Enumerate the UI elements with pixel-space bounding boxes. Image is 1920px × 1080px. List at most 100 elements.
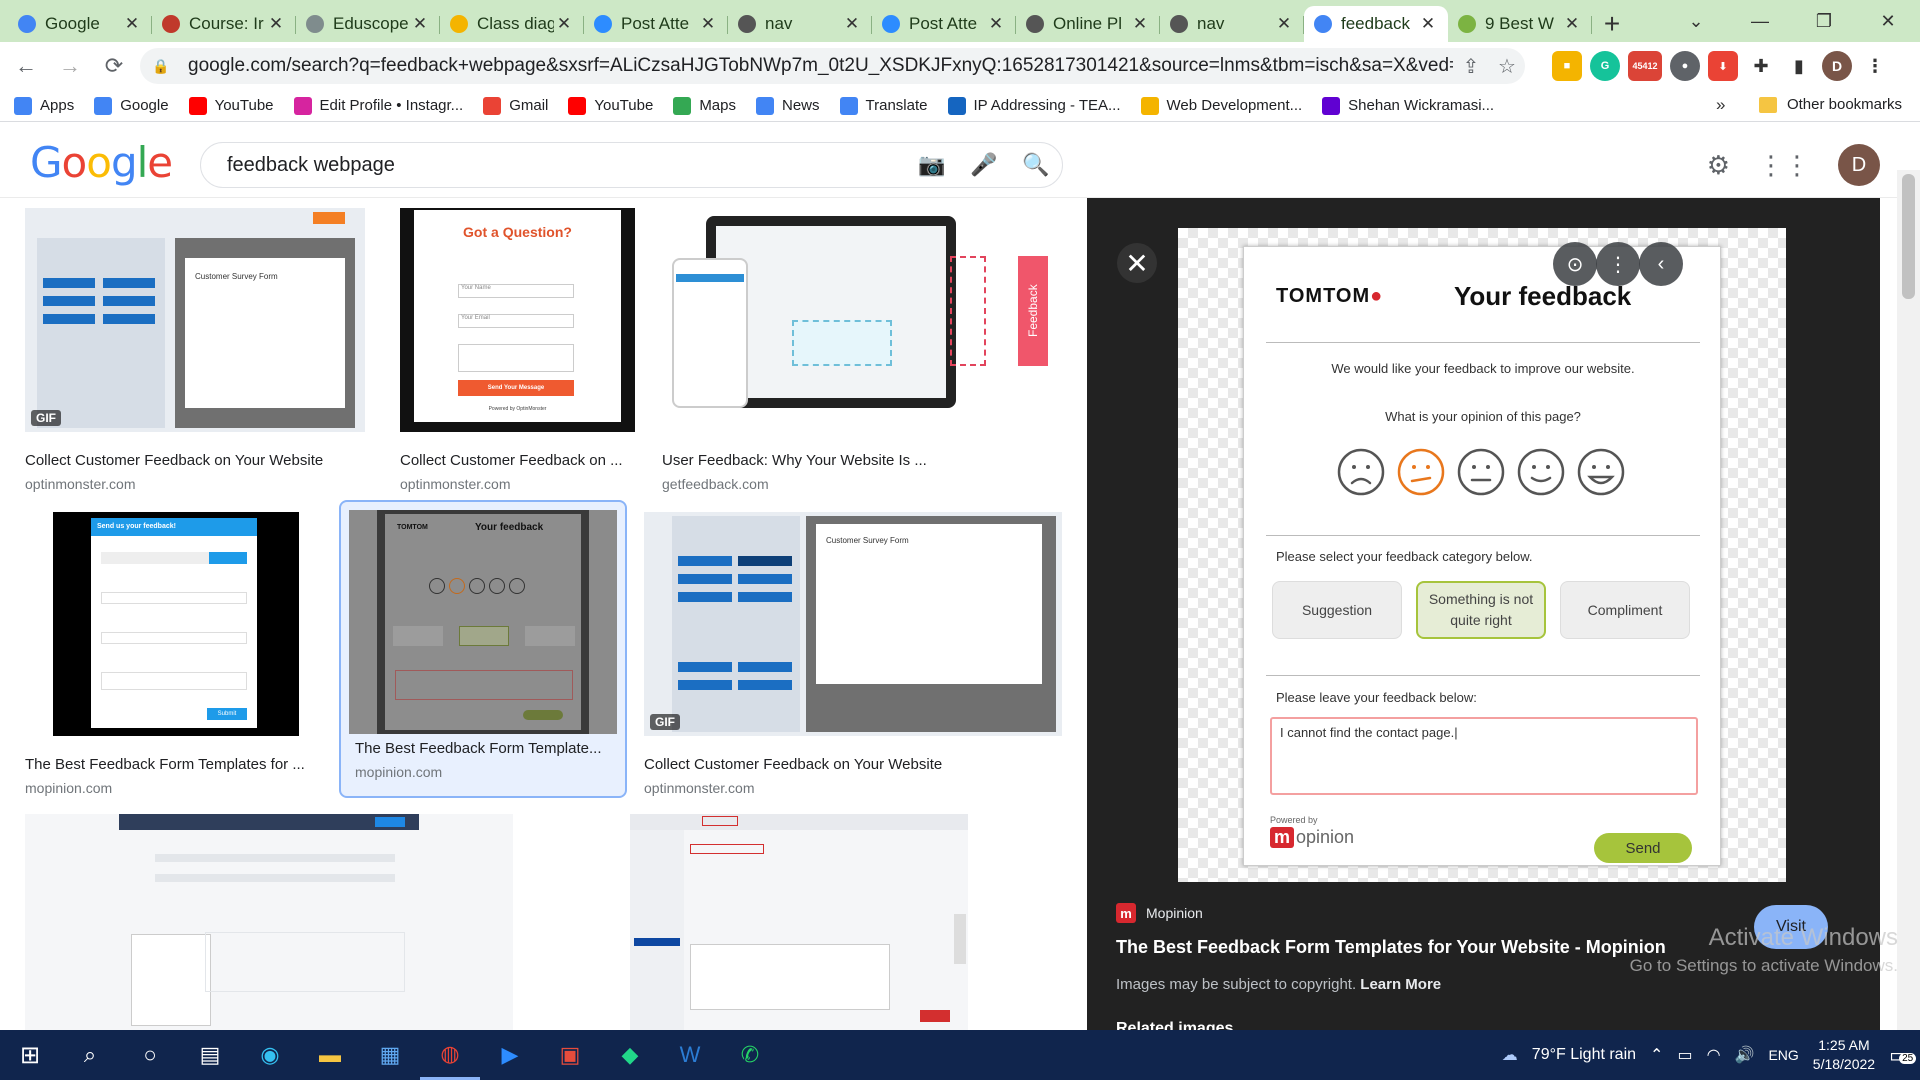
image-result[interactable] — [538, 814, 968, 1030]
extensions-puzzle-icon[interactable]: ✚ — [1746, 51, 1776, 81]
settings-gear-icon[interactable]: ⚙ — [1707, 150, 1730, 181]
language-indicator[interactable]: ENG — [1768, 1047, 1798, 1063]
result-title[interactable]: User Feedback: Why Your Website Is ... — [662, 452, 1062, 469]
browser-tab[interactable]: Eduscope ✕ — [296, 6, 440, 42]
url-text[interactable]: google.com/search?q=feedback+webpage&sxs… — [188, 55, 1453, 77]
result-thumbnail[interactable]: Customer Survey Form GIF — [644, 512, 1062, 736]
bookmark-item[interactable]: Gmail — [483, 96, 548, 115]
word-icon[interactable]: W — [660, 1030, 720, 1080]
store-icon[interactable]: ▦ — [360, 1030, 420, 1080]
browser-tab[interactable]: Class diag ✕ — [440, 6, 584, 42]
chrome-icon[interactable]: ◍ — [420, 1030, 480, 1080]
profile-avatar[interactable]: D — [1822, 51, 1852, 81]
tab-search-icon[interactable]: ⌄ — [1664, 0, 1728, 42]
zoom-icon[interactable]: ▶ — [480, 1030, 540, 1080]
extension-icon[interactable]: ■ — [1552, 51, 1582, 81]
result-title[interactable]: Collect Customer Feedback on ... — [400, 452, 625, 469]
bookmark-item[interactable]: Apps — [14, 96, 74, 115]
other-bookmarks[interactable]: Other bookmarks — [1758, 96, 1902, 113]
microphone-icon[interactable]: 🎤 — [958, 152, 1010, 178]
close-tab-icon[interactable]: ✕ — [986, 14, 1006, 34]
search-box[interactable]: feedback webpage 📷 🎤 🔍 — [200, 142, 1063, 188]
browser-tab[interactable]: nav ✕ — [1160, 6, 1304, 42]
bookmark-item[interactable]: IP Addressing - TEA... — [947, 96, 1121, 115]
pycharm-icon[interactable]: ◆ — [600, 1030, 660, 1080]
browser-tab[interactable]: feedback ✕ — [1304, 6, 1448, 42]
file-explorer-icon[interactable]: ▬ — [300, 1030, 360, 1080]
next-image-button[interactable]: › — [1682, 242, 1726, 286]
close-tab-icon[interactable]: ✕ — [1274, 14, 1294, 34]
search-icon[interactable]: ⌕ — [60, 1030, 120, 1080]
close-tab-icon[interactable]: ✕ — [1418, 14, 1438, 34]
cortana-icon[interactable]: ○ — [120, 1030, 180, 1080]
close-preview-button[interactable]: ✕ — [1117, 243, 1157, 283]
account-avatar[interactable]: D — [1838, 144, 1880, 186]
mail-badge-icon[interactable]: 45412 — [1628, 51, 1662, 81]
new-tab-button[interactable]: + — [1592, 6, 1632, 42]
result-title[interactable]: The Best Feedback Form Template... — [355, 740, 611, 757]
result-title[interactable]: Collect Customer Feedback on Your Websit… — [25, 452, 365, 469]
result-thumbnib[interactable]: Got a Question? Your Name Your Email Sen… — [400, 208, 635, 432]
close-tab-icon[interactable]: ✕ — [1130, 14, 1150, 34]
image-result[interactable]: Send us your feedback! Submit The Best F… — [25, 512, 335, 802]
whatsapp-icon[interactable]: ✆ — [720, 1030, 780, 1080]
close-tab-icon[interactable]: ✕ — [410, 14, 430, 34]
close-tab-icon[interactable]: ✕ — [1562, 14, 1582, 34]
download-extension-icon[interactable]: ⬇ — [1708, 51, 1738, 81]
result-thumbnail[interactable]: Feedback — [662, 208, 1062, 432]
windows-start-icon[interactable]: ⊞ — [0, 1030, 60, 1080]
preview-image[interactable]: TOMTOM● Your feedback We would like your… — [1178, 228, 1786, 882]
back-button[interactable]: ← — [8, 48, 44, 84]
close-tab-icon[interactable]: ✕ — [554, 14, 574, 34]
previous-image-button[interactable]: ‹ — [1639, 242, 1683, 286]
bookmark-item[interactable]: Maps — [673, 96, 736, 115]
bookmark-item[interactable]: Web Development... — [1140, 96, 1302, 115]
page-scrollbar[interactable] — [1897, 170, 1920, 1030]
google-logo[interactable]: Google — [30, 138, 173, 187]
browser-tab[interactable]: Post Atte ✕ — [872, 6, 1016, 42]
browser-tab[interactable]: Online Pl ✕ — [1016, 6, 1160, 42]
browser-tab[interactable]: Google ✕ — [8, 6, 152, 42]
notification-icon[interactable]: ▭25 — [1889, 1043, 1917, 1068]
search-icon[interactable]: 🔍 — [1010, 152, 1062, 178]
preview-site[interactable]: m Mopinion — [1116, 903, 1856, 923]
close-tab-icon[interactable]: ✕ — [698, 14, 718, 34]
close-window-button[interactable]: ✕ — [1856, 0, 1920, 42]
result-thumbnail[interactable] — [25, 814, 513, 1030]
side-panel-icon[interactable]: ▮ — [1784, 51, 1814, 81]
office-icon[interactable]: ▣ — [540, 1030, 600, 1080]
image-result-selected[interactable]: TOMTOM Your feedback The Best Feedback F… — [339, 500, 627, 798]
scrollbar-thumb[interactable] — [1902, 174, 1915, 299]
chrome-menu-icon[interactable]: ⋮ — [1860, 51, 1890, 81]
close-tab-icon[interactable]: ✕ — [842, 14, 862, 34]
result-thumbnail[interactable]: Send us your feedback! Submit — [25, 512, 325, 736]
bookmark-item[interactable]: YouTube — [568, 96, 653, 115]
learn-more-link[interactable]: Learn More — [1360, 976, 1441, 993]
browser-tab[interactable]: 9 Best W ✕ — [1448, 6, 1592, 42]
bookmarks-overflow-icon[interactable]: » — [1716, 95, 1725, 115]
image-result[interactable]: Customer Survey Form GIF Collect Custome… — [25, 208, 375, 498]
browser-tab[interactable]: nav ✕ — [728, 6, 872, 42]
bookmark-item[interactable]: News — [756, 96, 820, 115]
show-hidden-icons[interactable]: ⌃ — [1650, 1045, 1663, 1065]
more-options-icon[interactable]: ⋮ — [1596, 242, 1640, 286]
bookmark-item[interactable]: Google — [94, 96, 169, 115]
result-thumbnail[interactable]: TOMTOM Your feedback — [349, 510, 617, 734]
close-tab-icon[interactable]: ✕ — [266, 14, 286, 34]
task-view-icon[interactable]: ▤ — [180, 1030, 240, 1080]
minimize-button[interactable]: — — [1728, 0, 1792, 42]
edge-icon[interactable]: ◉ — [240, 1030, 300, 1080]
bookmark-item[interactable]: Edit Profile • Instagr... — [293, 96, 463, 115]
reload-button[interactable]: ⟳ — [96, 48, 132, 84]
result-title[interactable]: The Best Feedback Form Templates for ... — [25, 756, 325, 773]
browser-tab[interactable]: Course: Ir ✕ — [152, 6, 296, 42]
close-tab-icon[interactable]: ✕ — [122, 14, 142, 34]
image-result[interactable]: Feedback User Feedback: Why Your Website… — [662, 208, 1062, 498]
bookmark-item[interactable]: YouTube — [188, 96, 274, 115]
apps-grid-icon[interactable]: ⋮⋮ — [1758, 150, 1810, 181]
battery-icon[interactable]: ▭ — [1677, 1045, 1692, 1065]
result-thumbnail[interactable]: Customer Survey Form GIF — [25, 208, 365, 432]
maximize-button[interactable]: ❐ — [1792, 0, 1856, 42]
image-result[interactable]: Customer Survey Form GIF Collect Custome… — [644, 512, 1064, 802]
lens-search-icon[interactable]: ⊙ — [1553, 242, 1597, 286]
